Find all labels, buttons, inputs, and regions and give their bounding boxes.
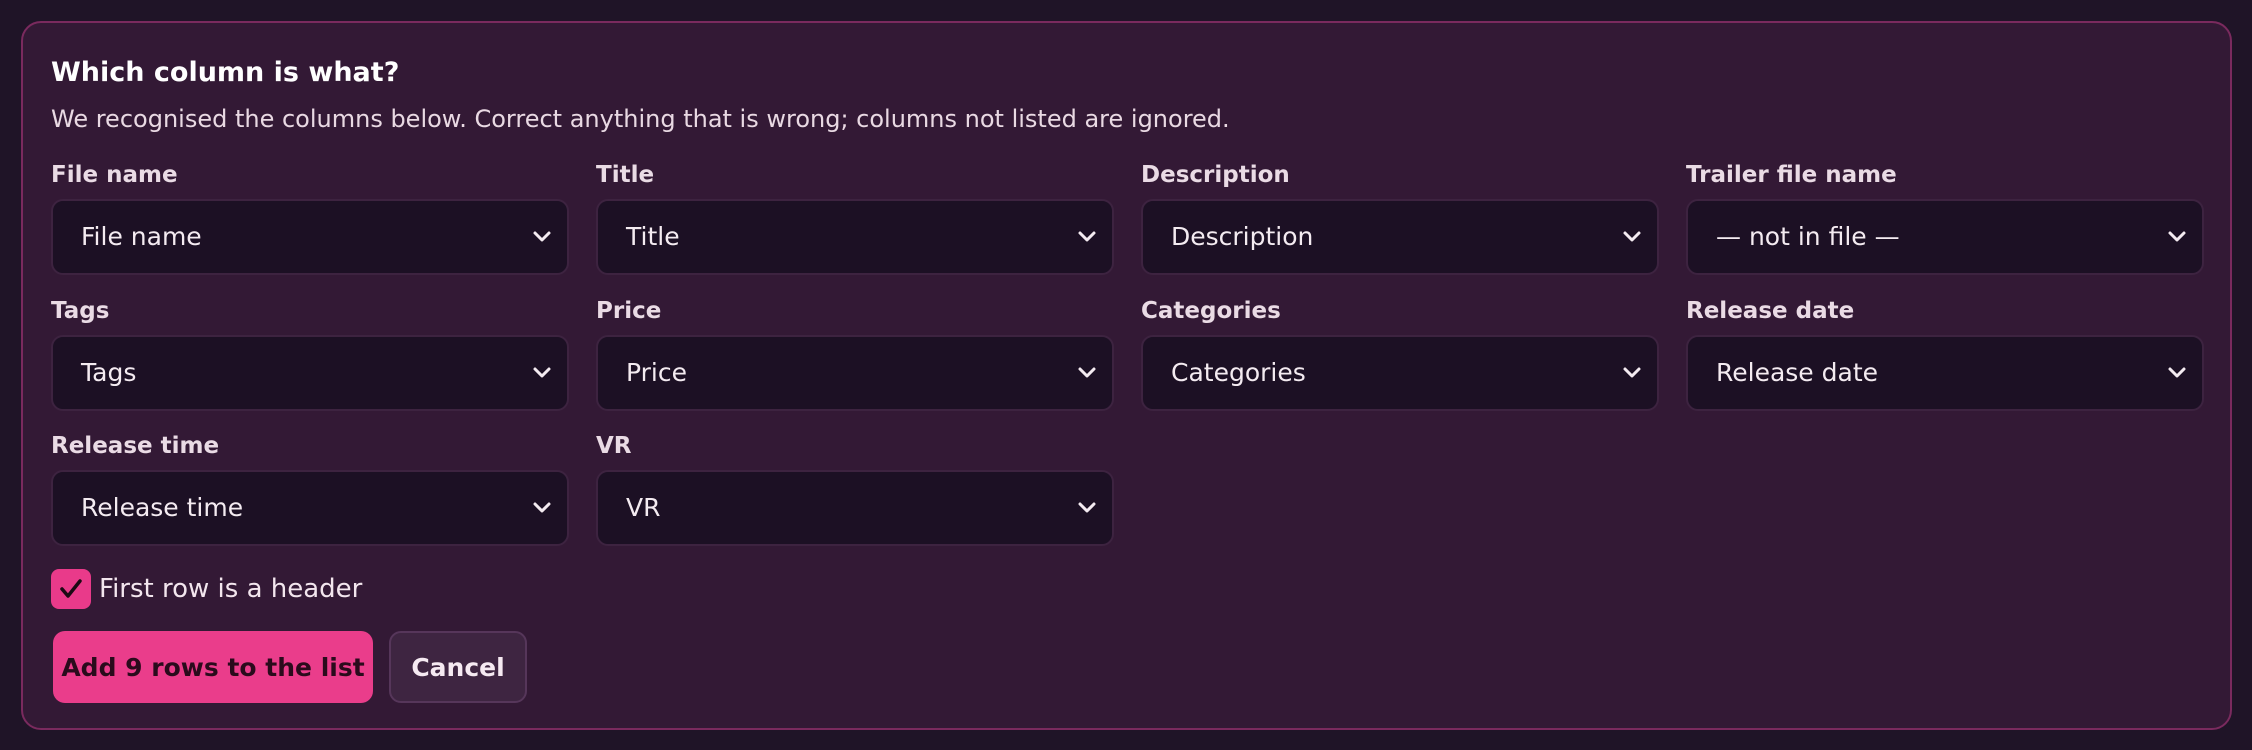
field-label: Release time bbox=[51, 433, 220, 459]
field-label: Trailer file name bbox=[1686, 162, 1897, 188]
field-label: Title bbox=[596, 162, 655, 188]
check-icon bbox=[60, 579, 82, 598]
field-label: VR bbox=[596, 433, 632, 459]
select-value: Categories bbox=[1171, 358, 1306, 387]
select-value: — not in file — bbox=[1716, 222, 1900, 251]
field-price: Price Price bbox=[596, 297, 1114, 411]
chevron-down-icon bbox=[533, 367, 551, 378]
column-select-release-time[interactable]: Release time bbox=[51, 470, 569, 546]
field-label: Categories bbox=[1141, 298, 1281, 324]
field-tags: Tags Tags bbox=[51, 297, 569, 411]
chevron-down-icon bbox=[1078, 367, 1096, 378]
chevron-down-icon bbox=[1078, 231, 1096, 242]
field-label: File name bbox=[51, 162, 178, 188]
column-select-file-name[interactable]: File name bbox=[51, 199, 569, 275]
header-row-option: First row is a header bbox=[51, 569, 362, 609]
field-release-date: Release date Release date bbox=[1686, 297, 2204, 411]
select-value: VR bbox=[626, 493, 661, 522]
field-label: Description bbox=[1141, 162, 1290, 188]
column-select-title[interactable]: Title bbox=[596, 199, 1114, 275]
field-file-name: File name File name bbox=[51, 161, 569, 275]
field-categories: Categories Categories bbox=[1141, 297, 1659, 411]
chevron-down-icon bbox=[1078, 502, 1096, 513]
field-release-time: Release time Release time bbox=[51, 432, 569, 546]
select-value: Tags bbox=[81, 358, 137, 387]
chevron-down-icon bbox=[1623, 367, 1641, 378]
chevron-down-icon bbox=[2168, 367, 2186, 378]
field-vr: VR VR bbox=[596, 432, 1114, 546]
field-description: Description Description bbox=[1141, 161, 1659, 275]
header-row-checkbox[interactable] bbox=[51, 569, 91, 609]
chevron-down-icon bbox=[533, 502, 551, 513]
chevron-down-icon bbox=[1623, 231, 1641, 242]
chevron-down-icon bbox=[2168, 231, 2186, 242]
column-select-price[interactable]: Price bbox=[596, 335, 1114, 411]
column-select-vr[interactable]: VR bbox=[596, 470, 1114, 546]
column-select-description[interactable]: Description bbox=[1141, 199, 1659, 275]
chevron-down-icon bbox=[533, 231, 551, 242]
field-trailer-file-name: Trailer file name — not in file — bbox=[1686, 161, 2204, 275]
column-select-categories[interactable]: Categories bbox=[1141, 335, 1659, 411]
select-value: Title bbox=[626, 222, 680, 251]
column-select-tags[interactable]: Tags bbox=[51, 335, 569, 411]
select-value: Release date bbox=[1716, 358, 1878, 387]
select-value: File name bbox=[81, 222, 202, 251]
header-row-checkbox-label: First row is a header bbox=[99, 574, 363, 604]
field-label: Release date bbox=[1686, 298, 1855, 324]
add-rows-button[interactable]: Add 9 rows to the list bbox=[53, 631, 373, 703]
field-label: Tags bbox=[51, 298, 110, 324]
select-value: Price bbox=[626, 358, 687, 387]
cancel-button[interactable]: Cancel bbox=[389, 631, 527, 703]
select-value: Release time bbox=[81, 493, 244, 522]
column-select-trailer-file-name[interactable]: — not in file — bbox=[1686, 199, 2204, 275]
column-mapping-panel: Which column is what? We recognised the … bbox=[21, 21, 2232, 730]
select-value: Description bbox=[1171, 222, 1314, 251]
field-label: Price bbox=[596, 298, 662, 324]
field-title: Title Title bbox=[596, 161, 1114, 275]
column-select-release-date[interactable]: Release date bbox=[1686, 335, 2204, 411]
panel-title: Which column is what? bbox=[51, 57, 400, 88]
panel-description: We recognised the columns below. Correct… bbox=[51, 105, 1230, 133]
